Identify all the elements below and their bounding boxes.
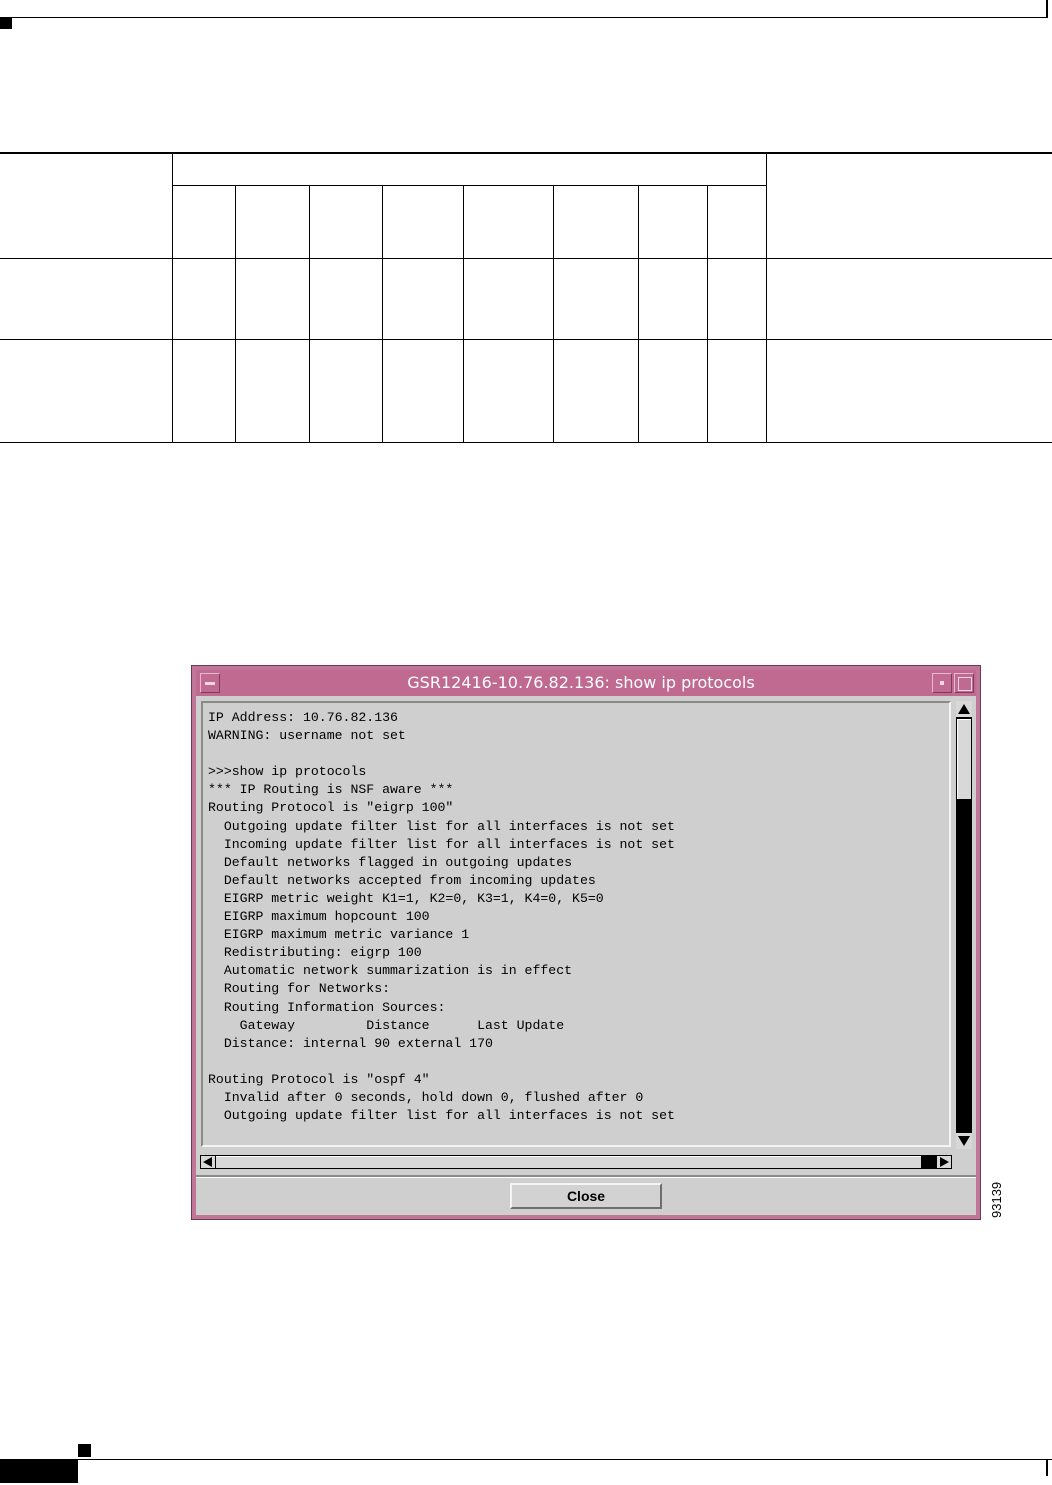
- window-menu-icon[interactable]: [200, 673, 220, 693]
- output-line: Routing Protocol is "eigrp 100": [208, 800, 454, 816]
- show-ip-protocols-window: GSR12416-10.76.82.136: show ip protocols…: [191, 665, 981, 1220]
- output-line: IP Address: 10.76.82.136: [208, 710, 398, 725]
- command-output: IP Address: 10.76.82.136 WARNING: usernam…: [203, 703, 949, 1145]
- output-line: Gateway Distance Last Update: [208, 1017, 565, 1033]
- output-line: Routing Information Sources:: [208, 999, 446, 1015]
- output-line: WARNING: username not set: [208, 728, 406, 744]
- footer-page-tab: [0, 1459, 78, 1483]
- footer-marker: [78, 1444, 91, 1457]
- header-marker: [0, 18, 12, 29]
- output-line: EIGRP maximum hopcount 100: [208, 909, 430, 925]
- vertical-scroll-thumb[interactable]: [957, 719, 971, 799]
- output-line: Redistributing: eigrp 100: [208, 945, 422, 961]
- header-tick: [1046, 0, 1048, 18]
- window-title: GSR12416-10.76.82.136: show ip protocols: [407, 673, 755, 692]
- output-line: Outgoing update filter list for all inte…: [208, 818, 675, 834]
- output-line: Outgoing update filter list for all inte…: [208, 1108, 675, 1124]
- output-line: Default networks accepted from incoming …: [208, 872, 596, 888]
- footer-tick: [1046, 1459, 1048, 1476]
- output-line: Default networks flagged in outgoing upd…: [208, 854, 573, 870]
- horizontal-scroll-thumb[interactable]: [216, 1156, 921, 1168]
- maximize-icon[interactable]: [954, 673, 974, 693]
- arrow-right-icon[interactable]: [937, 1156, 951, 1168]
- output-line: Routing Protocol is "ospf 4": [208, 1071, 430, 1087]
- arrow-up-icon[interactable]: [956, 701, 972, 717]
- arrow-left-icon[interactable]: [201, 1156, 215, 1168]
- output-line: *** IP Routing is NSF aware ***: [208, 782, 454, 798]
- output-line: EIGRP maximum metric variance 1: [208, 927, 470, 943]
- feature-table: [0, 152, 1052, 443]
- output-line: Invalid after 0 seconds, hold down 0, fl…: [208, 1089, 644, 1105]
- arrow-down-icon[interactable]: [956, 1133, 972, 1149]
- footer-rule: [0, 1459, 1052, 1460]
- header-rule: [0, 17, 1048, 18]
- output-line: >>>show ip protocols: [208, 764, 367, 780]
- figure-id: 93139: [989, 1181, 1004, 1218]
- button-bar-divider: [196, 1175, 976, 1178]
- vertical-scrollbar[interactable]: [956, 701, 972, 1149]
- output-line: Routing for Networks:: [208, 981, 391, 997]
- output-line: Incoming update filter list for all inte…: [208, 836, 675, 852]
- output-line: Distance: internal 90 external 170: [208, 1035, 493, 1051]
- minimize-icon[interactable]: [932, 673, 952, 693]
- horizontal-scrollbar[interactable]: [200, 1155, 952, 1169]
- close-button[interactable]: Close: [510, 1183, 662, 1209]
- output-line: EIGRP metric weight K1=1, K2=0, K3=1, K4…: [208, 890, 604, 906]
- output-pane[interactable]: IP Address: 10.76.82.136 WARNING: usernam…: [201, 701, 951, 1147]
- output-line: Automatic network summarization is in ef…: [208, 963, 573, 979]
- window-titlebar[interactable]: GSR12416-10.76.82.136: show ip protocols: [196, 670, 976, 696]
